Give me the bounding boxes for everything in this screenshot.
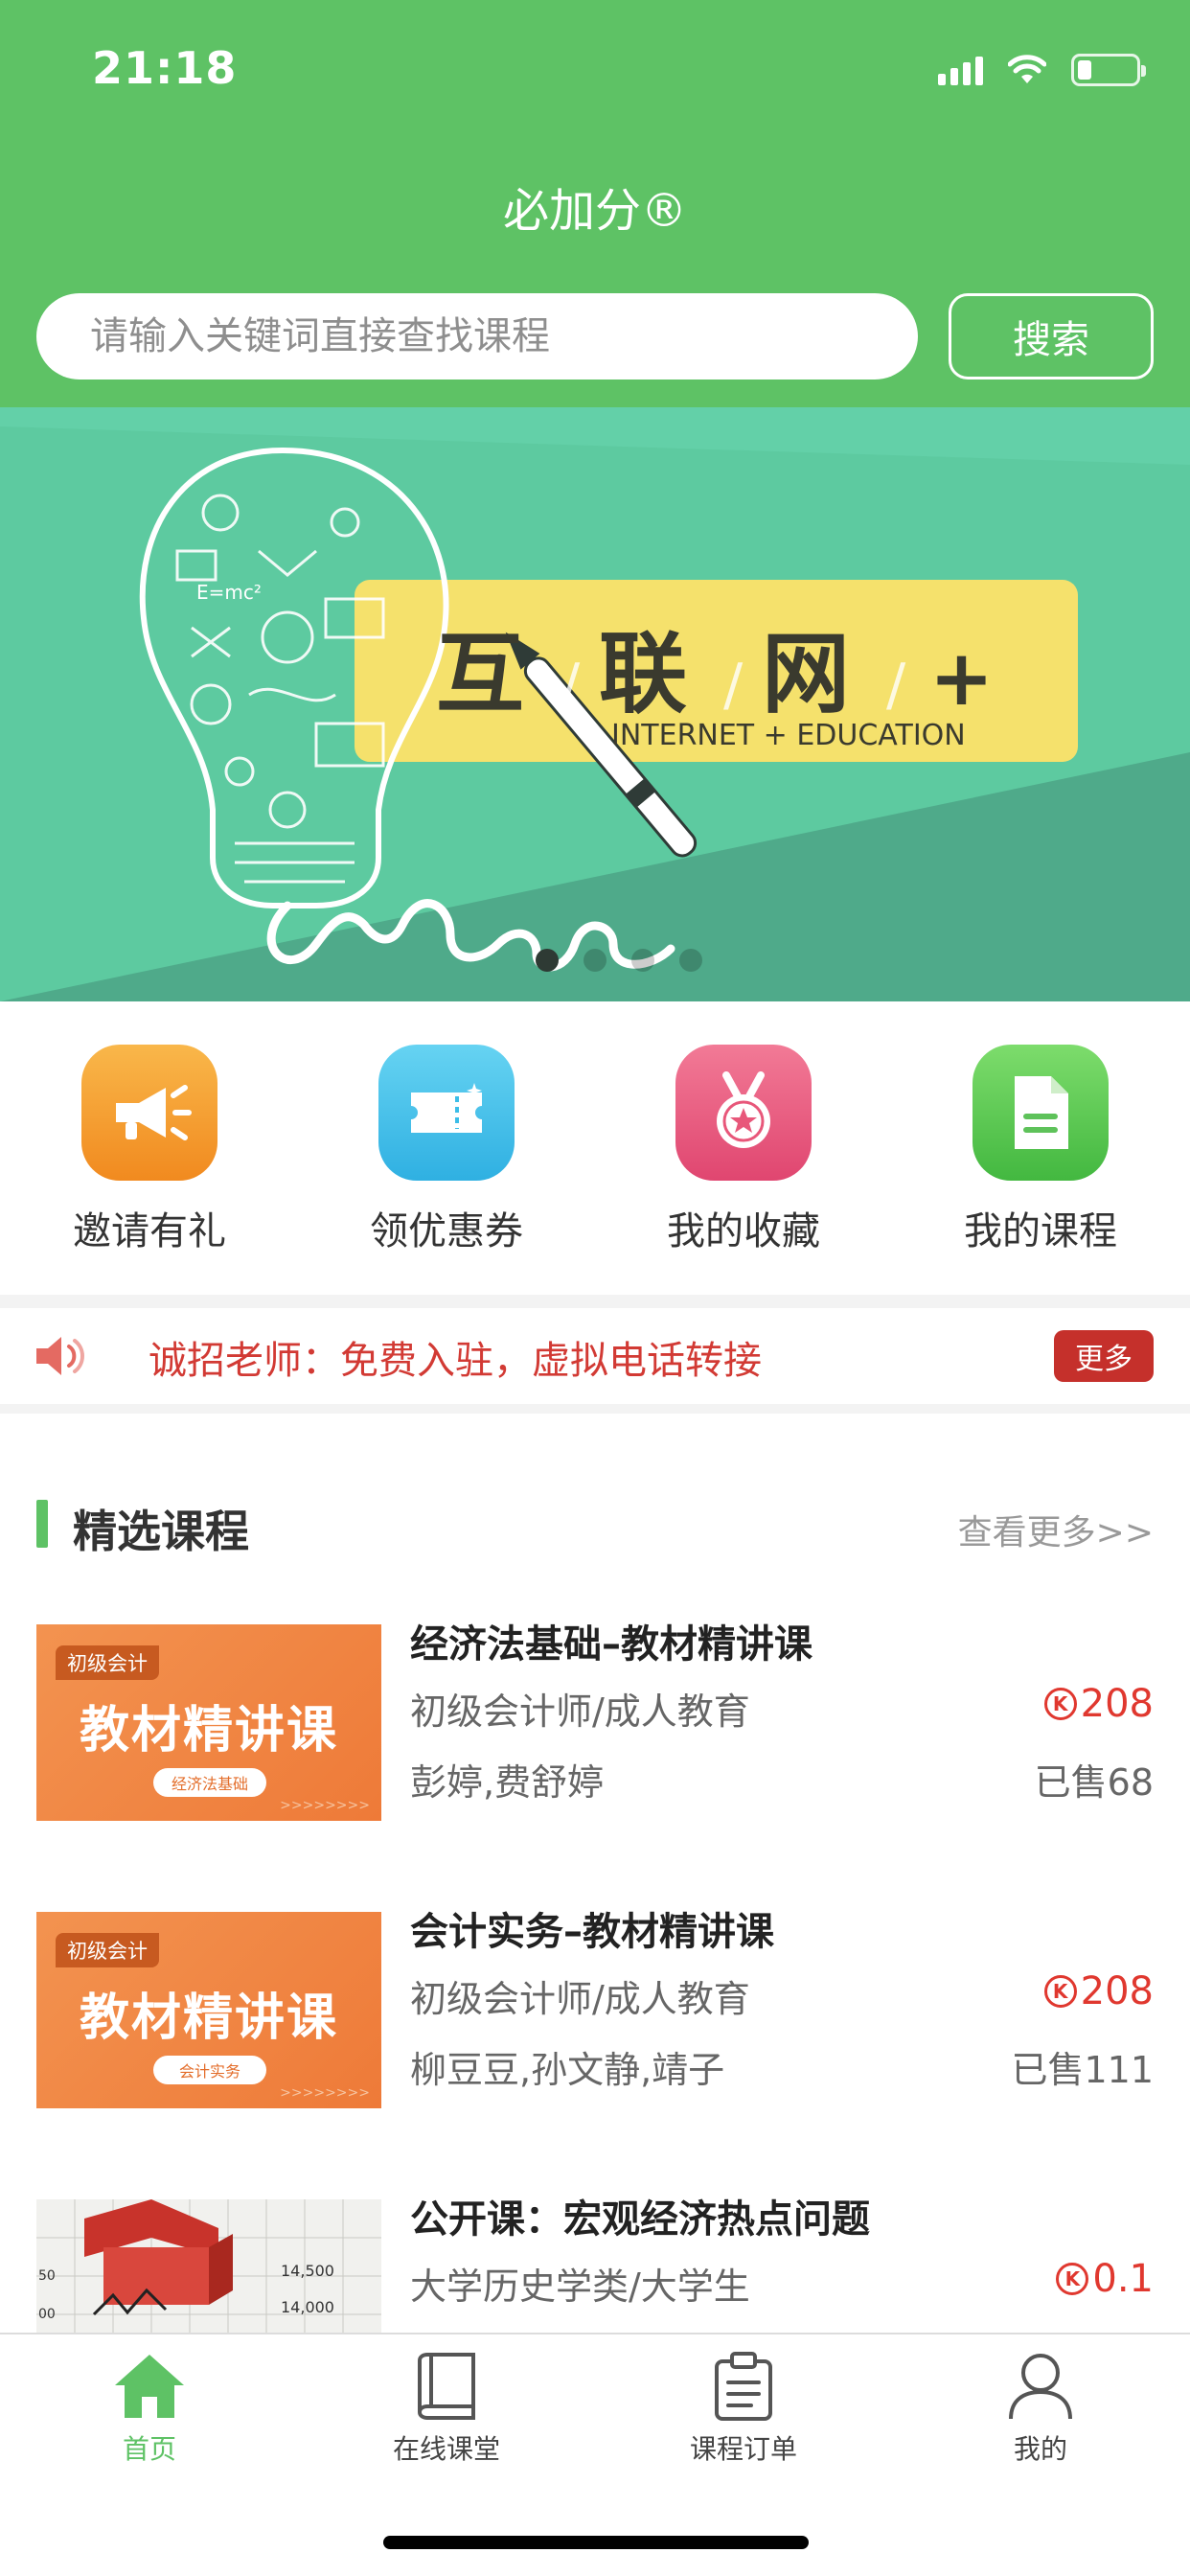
view-more-link[interactable]: 查看更多>> <box>958 1505 1154 1554</box>
thumb-subtitle: 经济法基础 <box>153 1768 266 1797</box>
tab-home[interactable]: 首页 <box>34 2348 264 2467</box>
thumb-tag: 初级会计 <box>56 1933 159 1967</box>
course-title[interactable]: 经济法基础–教材精讲课 <box>410 1613 812 1668</box>
course-price-value: 0.1 <box>1092 2257 1154 2301</box>
course-teachers: 彭婷,费舒婷 <box>410 1761 605 1804</box>
search-button[interactable]: 搜索 <box>949 293 1154 380</box>
banner-char-3: 网 <box>762 623 850 725</box>
course-title[interactable]: 公开课：宏观经济热点问题 <box>410 2188 870 2243</box>
clipboard-icon <box>629 2348 858 2425</box>
notice-text[interactable]: 诚招老师：免费入驻，虚拟电话转接 <box>149 1329 762 1385</box>
tab-label: 在线课堂 <box>392 2433 500 2465</box>
thumb-subtitle: 会计实务 <box>153 2056 266 2084</box>
thumb-tag: 初级会计 <box>56 1645 159 1680</box>
status-time: 21:18 <box>92 42 238 94</box>
quick-menu-my-courses[interactable]: 我的课程 <box>926 1045 1156 1255</box>
tab-course-orders[interactable]: 课程订单 <box>629 2348 858 2467</box>
course-card[interactable]: 初级会计 教材精讲课 经济法基础 >>>>>>>> 经济法基础–教材精讲课 初级… <box>0 1613 1190 1843</box>
svg-text:/: / <box>723 652 744 719</box>
banner-char-4: + <box>929 633 994 723</box>
course-price: K 208 <box>1043 1682 1154 1726</box>
quick-menu-invite[interactable]: 邀请有礼 <box>34 1045 264 1255</box>
app-header: 21:18 必加分® 搜索 <box>0 0 1190 407</box>
course-category: 初级会计师/成人教育 <box>410 1978 750 2020</box>
status-icons <box>938 54 1146 86</box>
banner-dot[interactable] <box>584 949 606 972</box>
svg-text:/: / <box>561 652 581 719</box>
course-thumbnail[interactable]: 初级会计 教材精讲课 会计实务 >>>>>>>> <box>36 1912 381 2108</box>
quick-menu-coupons[interactable]: 领优惠券 <box>332 1045 561 1255</box>
svg-text:E=mc²: E=mc² <box>196 581 262 604</box>
ticket-icon <box>378 1045 515 1181</box>
course-price-value: 208 <box>1080 1682 1154 1726</box>
book-icon <box>332 2348 561 2425</box>
thumb-number: 14,000 <box>281 2298 334 2316</box>
document-icon <box>973 1045 1109 1181</box>
quick-menu-label: 我的课程 <box>964 1209 1117 1254</box>
section-divider <box>0 1295 1190 1308</box>
course-title[interactable]: 会计实务–教材精讲课 <box>410 1900 774 1956</box>
tab-label: 我的 <box>1013 2433 1067 2465</box>
thumb-number: 14,500 <box>281 2262 334 2280</box>
promo-banner[interactable]: E=mc² 互 / 联 / 网 / + INTERNET + EDUCATION… <box>0 407 1190 1001</box>
course-thumbnail[interactable]: 初级会计 教材精讲课 经济法基础 >>>>>>>> <box>36 1624 381 1821</box>
course-sold-count: 已售68 <box>1034 1761 1154 1804</box>
thumb-title: 教材精讲课 <box>79 1702 338 1760</box>
battery-icon <box>1071 54 1146 86</box>
quick-menu-label: 我的收藏 <box>667 1209 820 1254</box>
section-accent-bar <box>36 1500 48 1548</box>
course-thumbnail[interactable]: 14,500 14,000 50 00 <box>36 2199 381 2333</box>
banner-dot[interactable] <box>536 949 559 972</box>
course-sold-count: 已售111 <box>1011 2049 1154 2091</box>
cellular-signal-icon <box>938 55 983 85</box>
course-price-value: 208 <box>1080 1969 1154 2013</box>
course-card[interactable]: 14,500 14,000 50 00 公开课：宏观经济热点问题 大学历史学类/… <box>0 2188 1190 2333</box>
quick-menu-favorites[interactable]: 我的收藏 <box>629 1045 858 1255</box>
quick-menu: 邀请有礼 领优惠券 我的收藏 我的课程 <box>0 1001 1190 1299</box>
section-title: 精选课程 <box>73 1506 249 1557</box>
home-indicator[interactable] <box>383 2536 809 2549</box>
banner-subtitle: INTERNET + EDUCATION <box>611 719 966 752</box>
quick-menu-label: 邀请有礼 <box>73 1209 226 1254</box>
banner-art: E=mc² 互 / 联 / 网 / + INTERNET + EDUCATION… <box>0 407 1190 1001</box>
notice-bar[interactable]: 诚招老师：免费入驻，虚拟电话转接 更多 <box>0 1308 1190 1404</box>
course-card[interactable]: 初级会计 教材精讲课 会计实务 >>>>>>>> 会计实务–教材精讲课 初级会计… <box>0 1900 1190 2130</box>
app-title: 必加分® <box>502 184 687 238</box>
thumb-number: 50 <box>38 2268 56 2284</box>
tab-label: 课程订单 <box>689 2433 797 2465</box>
quick-menu-label: 领优惠券 <box>370 1209 523 1254</box>
course-category: 初级会计师/成人教育 <box>410 1690 750 1733</box>
thumb-number: 00 <box>38 2307 56 2322</box>
course-price: K 0.1 <box>1056 2257 1154 2301</box>
tab-label: 首页 <box>122 2433 176 2465</box>
megaphone-icon <box>81 1045 217 1181</box>
svg-text:/: / <box>886 652 906 719</box>
banner-pagination <box>0 949 1190 972</box>
status-bar: 21:18 <box>0 0 1190 144</box>
coin-icon: K <box>1043 1975 1077 2008</box>
notice-more-button[interactable]: 更多 <box>1054 1330 1154 1382</box>
tab-me[interactable]: 我的 <box>926 2348 1156 2467</box>
wifi-icon <box>1008 55 1046 83</box>
featured-courses-header: 精选课程 查看更多>> <box>0 1476 1190 1572</box>
course-category: 大学历史学类/大学生 <box>410 2266 750 2308</box>
banner-art-word: idea <box>412 972 415 974</box>
speaker-icon <box>36 1337 84 1375</box>
person-icon <box>926 2348 1156 2425</box>
banner-dot[interactable] <box>679 949 702 972</box>
coin-icon: K <box>1043 1688 1077 1720</box>
course-price: K 208 <box>1043 1969 1154 2013</box>
search-input[interactable] <box>36 293 918 380</box>
home-icon <box>34 2348 264 2425</box>
section-divider <box>0 1404 1190 1414</box>
banner-dot[interactable] <box>631 949 654 972</box>
tab-online-classroom[interactable]: 在线课堂 <box>332 2348 561 2467</box>
banner-char-1: 互 <box>436 623 524 725</box>
medal-icon <box>675 1045 812 1181</box>
banner-char-2: 联 <box>599 623 687 725</box>
course-teachers: 柳豆豆,孙文静,靖子 <box>410 2049 725 2091</box>
coin-icon: K <box>1056 2263 1089 2295</box>
thumb-title: 教材精讲课 <box>79 1990 338 2047</box>
